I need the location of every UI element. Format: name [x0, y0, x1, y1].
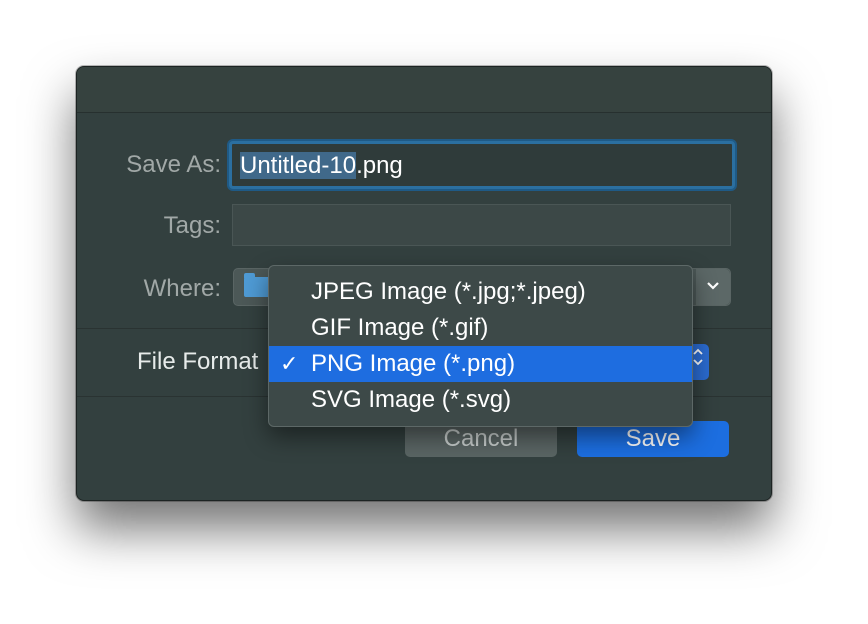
tags-label: Tags:	[163, 212, 221, 239]
up-down-arrows-svg	[693, 348, 703, 366]
screen: Save As: Untitled-10.png Tags: Where: Fi…	[0, 0, 868, 624]
filename-input[interactable]: Untitled-10.png	[229, 141, 735, 189]
file-format-menu: JPEG Image (*.jpg;*.jpeg) GIF Image (*.g…	[268, 265, 693, 427]
where-label: Where:	[143, 275, 221, 302]
menu-item-label: JPEG Image (*.jpg;*.jpeg)	[311, 278, 586, 305]
checkmark-icon: ✓	[280, 351, 299, 376]
dialog-titlebar	[77, 67, 771, 113]
file-format-label: File Format	[137, 348, 259, 375]
filename-selected-text: Untitled-10	[240, 152, 357, 179]
filename-text: Untitled-10.png	[240, 152, 403, 180]
menu-item-label: SVG Image (*.svg)	[311, 386, 512, 413]
folder-icon	[244, 273, 270, 297]
filename-extension-text: .png	[356, 152, 403, 179]
menu-item-svg[interactable]: SVG Image (*.svg)	[269, 382, 692, 418]
chevron-down-svg	[707, 282, 719, 290]
menu-item-label: PNG Image (*.png)	[311, 350, 516, 377]
chevron-down-icon[interactable]	[696, 269, 730, 305]
tags-input[interactable]	[232, 204, 731, 246]
menu-item-png[interactable]: ✓ PNG Image (*.png)	[269, 346, 692, 382]
save-as-label: Save As:	[126, 151, 221, 178]
menu-item-gif[interactable]: GIF Image (*.gif)	[269, 310, 692, 346]
menu-item-label: GIF Image (*.gif)	[311, 314, 489, 341]
menu-item-jpeg[interactable]: JPEG Image (*.jpg;*.jpeg)	[269, 274, 692, 310]
